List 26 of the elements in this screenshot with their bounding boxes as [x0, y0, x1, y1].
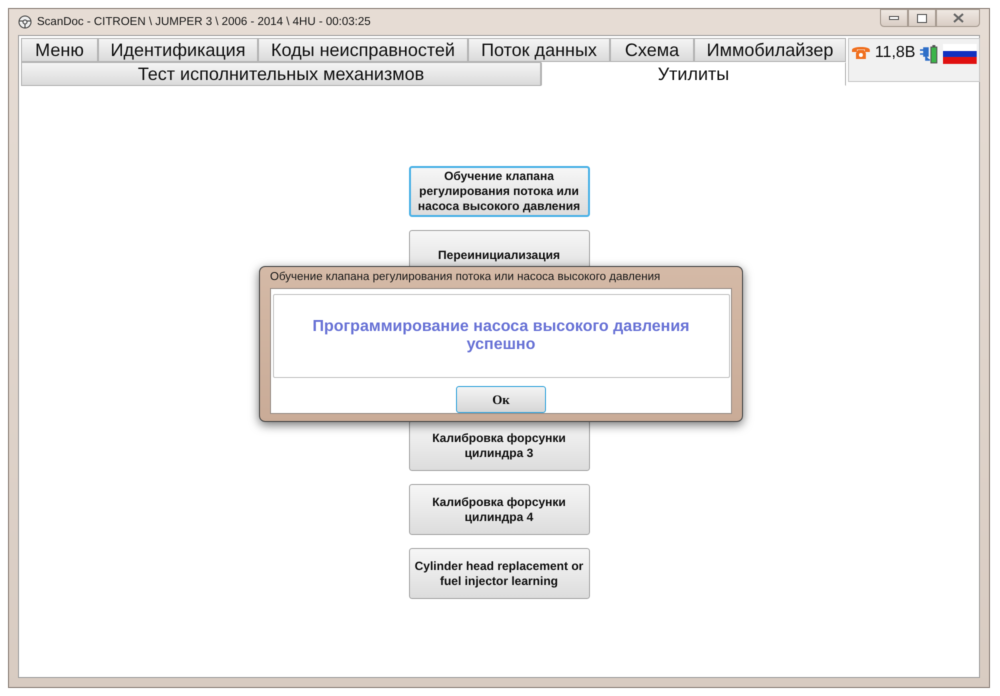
phone-icon	[851, 44, 871, 60]
close-button[interactable]	[936, 9, 980, 27]
tab[interactable]: Утилиты	[541, 62, 846, 86]
close-icon	[952, 13, 964, 23]
utility-button[interactable]: Калибровка форсунки цилиндра 3	[408, 420, 590, 471]
maximize-button[interactable]	[908, 9, 936, 27]
tab[interactable]: Схема	[610, 38, 694, 62]
ok-button[interactable]: Ок	[456, 386, 546, 413]
steering-wheel-icon	[18, 15, 32, 29]
plug-battery-icon	[919, 44, 940, 64]
tab[interactable]: Меню	[21, 38, 98, 62]
utility-button[interactable]: Cylinder head replacement or fuel injector learning	[408, 548, 590, 599]
minimize-button[interactable]	[880, 9, 908, 27]
tab[interactable]: Иммобилайзер	[694, 38, 846, 62]
window-title: ScanDoc - CITROEN \ JUMPER 3 \ 2006 - 2014 \ 4HU - 00:03:25	[37, 16, 371, 28]
tab[interactable]: Поток данных	[468, 38, 610, 62]
utility-button[interactable]: Калибровка форсунки цилиндра 4	[408, 484, 590, 535]
tab[interactable]: Идентификация	[98, 38, 258, 62]
utility-button[interactable]: Обучение клапана регулирования потока или насоса высокого давления	[408, 166, 590, 217]
maximize-icon	[917, 14, 927, 22]
dialog-message: Программирование насоса высокого давления успешно	[272, 294, 730, 378]
tab[interactable]: Коды неисправностей	[258, 38, 468, 62]
flag-icon	[943, 44, 977, 64]
minimize-icon	[889, 15, 899, 21]
tab[interactable]: Тест исполнительных механизмов	[21, 62, 541, 86]
voltage-reading: 11,8В	[874, 44, 916, 62]
